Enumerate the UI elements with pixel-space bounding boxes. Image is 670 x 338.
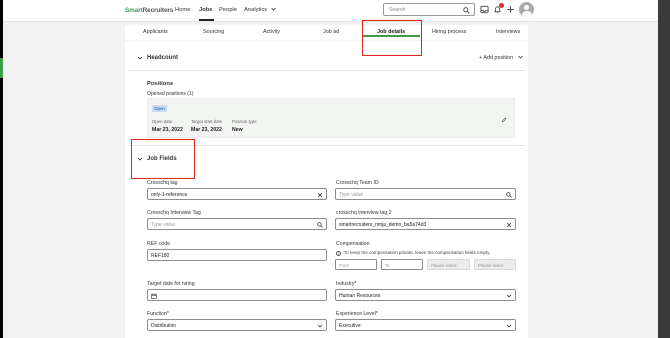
app-page: SmartRecruiters Home Jobs People Analyti… <box>3 0 670 338</box>
chevron-down-icon <box>517 55 523 59</box>
industry-select[interactable]: Human Resources <box>335 289 516 301</box>
tab-hiring-process[interactable]: Hiring process <box>432 29 466 35</box>
screenshot-frame: SmartRecruiters Home Jobs People Analyti… <box>0 0 670 338</box>
tab-activity[interactable]: Activity <box>263 29 280 35</box>
search-icon[interactable] <box>463 6 470 14</box>
crosschq-team-id-placeholder: Type value <box>339 191 364 198</box>
compensation-note-text: To keep the compensation private, leave … <box>344 250 491 255</box>
chevron-down-icon <box>317 324 323 327</box>
right-edge-strip <box>658 0 670 338</box>
open-date-label: Open date <box>152 119 173 124</box>
nav-home[interactable]: Home <box>175 7 190 13</box>
ref-code-value: REF180 <box>151 252 170 259</box>
interview-tag2-value: smartrecruiters_nmja_demo_ba5a74d3 <box>339 221 427 228</box>
avatar-body <box>521 11 532 17</box>
status-badge: Open <box>152 105 167 112</box>
crosschq-team-id-field[interactable]: Type value <box>335 188 516 200</box>
pencil-icon[interactable] <box>501 117 507 123</box>
tab-sourcing[interactable]: Sourcing <box>203 29 224 35</box>
experience-level-select[interactable]: Executive <box>335 319 516 331</box>
experience-level-value: Executive <box>339 322 361 329</box>
clear-icon[interactable] <box>317 192 323 198</box>
headcount-divider <box>129 70 525 71</box>
industry-value: Human Resources <box>339 292 381 299</box>
compensation-label: Compensation <box>336 241 370 247</box>
interview-tag2-field[interactable]: smartrecruiters_nmja_demo_ba5a74d3 <box>335 218 516 230</box>
notification-badge <box>499 3 504 8</box>
info-icon: i <box>336 250 341 256</box>
open-date-value: Mar 23, 2022 <box>152 127 183 133</box>
top-navigation <box>3 0 658 22</box>
crosschq-tag-field[interactable]: only-1-reference <box>147 188 327 200</box>
tab-interviews[interactable]: Interviews <box>496 29 520 35</box>
ref-code-label: REF code <box>147 241 171 247</box>
annotation-box-job-fields <box>131 139 195 179</box>
industry-label: Industry* <box>336 281 357 287</box>
nav-people[interactable]: People <box>219 7 237 13</box>
tab-applicants[interactable]: Applicants <box>143 29 168 35</box>
positions-title: Positions <box>147 81 174 87</box>
target-start-label: Target start date <box>191 119 223 124</box>
avatar[interactable] <box>519 2 534 17</box>
target-hiring-date-field[interactable] <box>147 289 327 301</box>
experience-level-label: Experience Level* <box>336 311 378 317</box>
crosschq-team-id-label: Crosschq Team ID <box>336 180 379 186</box>
nav-analytics[interactable]: Analytics <box>244 7 276 13</box>
target-start-value: Mar 23, 2022 <box>191 127 222 133</box>
nav-analytics-label: Analytics <box>244 7 268 13</box>
headcount-title[interactable]: Headcount <box>147 55 178 61</box>
search-icon[interactable] <box>317 221 323 228</box>
add-position-button[interactable]: + Add position <box>479 55 523 61</box>
interview-tag-field[interactable]: Type value <box>147 218 327 230</box>
add-position-label: Add position <box>483 55 514 61</box>
target-hiring-label: Target date for hiring <box>147 281 195 287</box>
nav-active-underline <box>199 19 214 21</box>
smartrecruiters-logo[interactable]: SmartRecruiters <box>125 7 173 14</box>
avatar-head <box>524 5 529 10</box>
position-type-label: Position type <box>232 119 257 124</box>
crosschq-tag-label: Crosschq tag <box>147 180 178 186</box>
interview-tag-placeholder: Type value <box>151 221 176 228</box>
currency-select-placeholder: Please select <box>431 262 457 268</box>
search-icon[interactable] <box>506 191 512 198</box>
nav-jobs[interactable]: Jobs <box>199 7 213 13</box>
tab-job-ad[interactable]: Job ad <box>323 29 339 35</box>
period-select[interactable]: Please select <box>474 259 516 270</box>
chevron-down-icon[interactable] <box>137 55 143 61</box>
from-placeholder: From <box>339 262 350 268</box>
period-select-placeholder: Please select <box>478 262 504 268</box>
function-value: Distribution <box>151 322 177 329</box>
chevron-down-icon <box>506 294 512 297</box>
function-select[interactable]: Distribution <box>147 319 327 331</box>
chevron-down-icon <box>506 324 512 327</box>
inbox-icon[interactable] <box>480 5 489 14</box>
clear-icon[interactable] <box>506 222 512 228</box>
interview-tag-label: Crosschq Interview Tag <box>147 210 201 216</box>
chevron-down-icon <box>271 7 276 11</box>
search-input[interactable]: Search <box>383 3 475 16</box>
currency-select[interactable]: Please select <box>427 259 470 270</box>
compensation-to-field[interactable]: To <box>381 259 423 270</box>
compensation-note: i To keep the compensation private, leave… <box>336 250 491 256</box>
ref-code-field[interactable]: REF180 <box>147 249 327 261</box>
to-placeholder: To <box>385 262 390 268</box>
interview-tag2-label: crosschq interview tag 2 <box>336 210 392 216</box>
annotation-box-job-details <box>362 20 422 56</box>
plus-icon[interactable] <box>506 5 515 14</box>
compensation-from-field[interactable]: From <box>335 259 377 270</box>
calendar-icon[interactable] <box>151 293 157 299</box>
search-placeholder: Search <box>389 7 406 13</box>
position-type-value: New <box>232 127 243 133</box>
function-label: Function* <box>147 311 169 317</box>
crosschq-tag-value: only-1-reference <box>151 191 188 198</box>
opened-positions-label: Opened positions (1) <box>147 91 194 97</box>
